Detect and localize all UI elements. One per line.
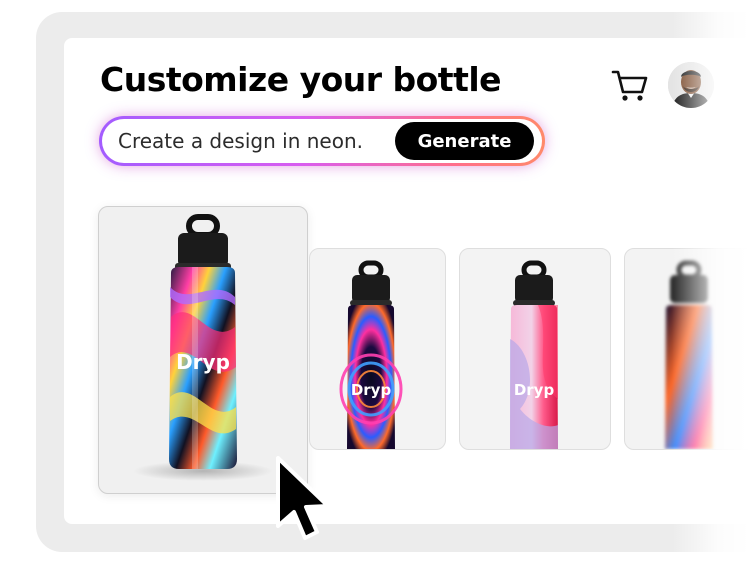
bottle-brand-label: Dryp [176, 350, 230, 374]
bottle-pink-waves-image: Dryp [510, 260, 558, 449]
bottle-option-3[interactable]: Dryp [459, 248, 611, 450]
generate-button[interactable]: Generate [395, 122, 534, 160]
page-title: Customize your bottle [100, 60, 502, 99]
bottle-option-4[interactable] [624, 248, 750, 450]
cursor-arrow-icon [276, 456, 330, 540]
bottle-neon-rings-image: Dryp [339, 260, 403, 449]
bottle-brand-label: Dryp [514, 381, 555, 399]
bottle-marbled-image: Dryp [133, 214, 273, 481]
cart-button[interactable] [609, 64, 651, 106]
bottle-option-2[interactable]: Dryp [309, 248, 446, 450]
avatar-image [668, 62, 714, 108]
prompt-input[interactable] [118, 125, 390, 157]
user-avatar[interactable] [668, 62, 714, 108]
bottle-brand-label: Dryp [351, 381, 392, 399]
screen: Customize your bottle Generate [0, 0, 750, 563]
bottle-option-1[interactable]: Dryp [98, 206, 308, 494]
bottle-abstract-image [665, 260, 713, 449]
cart-icon [611, 70, 648, 101]
